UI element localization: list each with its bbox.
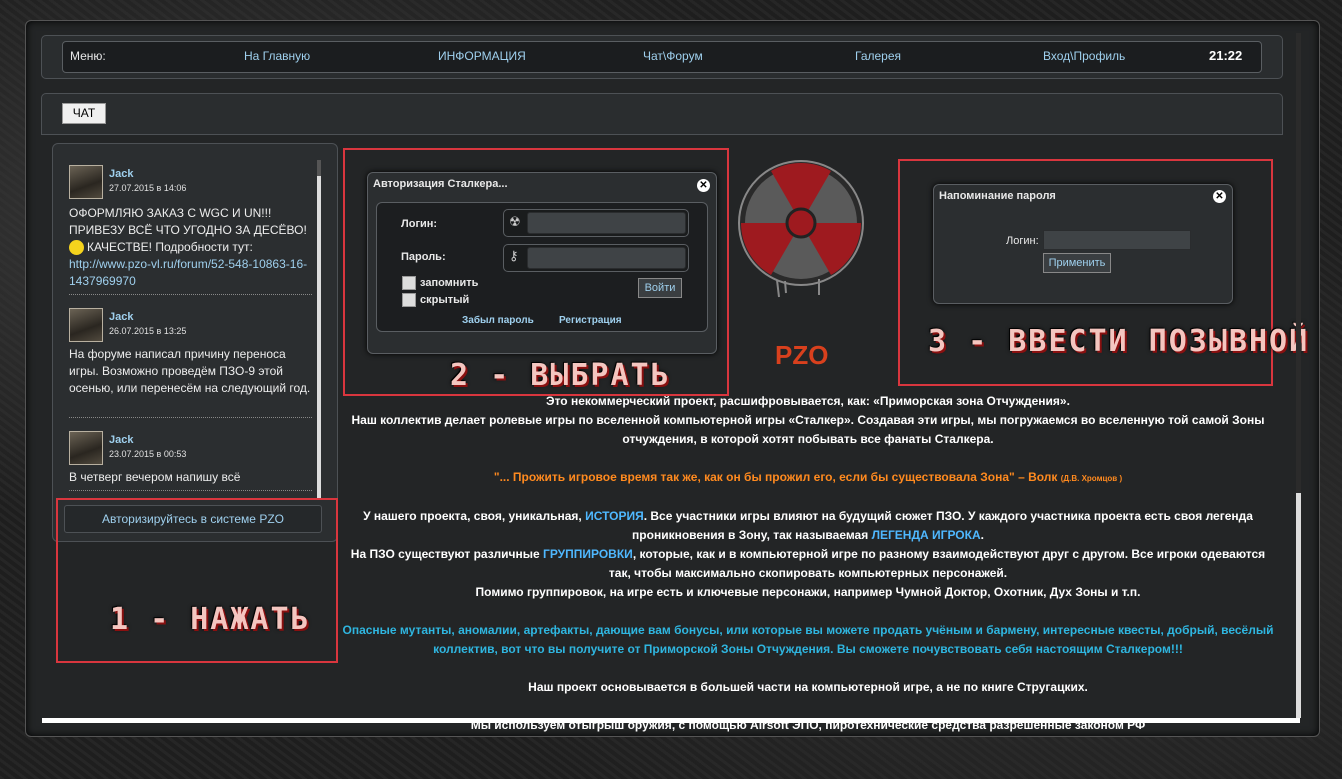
remember-checkbox[interactable] (402, 276, 416, 290)
login-dialog-title: Авторизация Сталкера... (373, 178, 508, 190)
message-user[interactable]: Jack (109, 434, 133, 446)
collective-paragraph: Наш коллектив делает ролевые игры по все… (351, 413, 1265, 446)
features-paragraph: Опасные мутанты, аномалии, артефакты, да… (342, 623, 1274, 656)
annotation-step2: 2 - ВЫБРАТЬ (450, 358, 671, 393)
pzo-logo (738, 160, 864, 298)
quote: "... Прожить игровое время так же, как о… (340, 468, 1276, 488)
reminder-submit-button[interactable]: Применить (1043, 253, 1111, 273)
annotation-box-step1 (56, 498, 338, 663)
nav-home[interactable]: На Главную (244, 49, 310, 63)
factions-paragraph: На ПЗО существуют различные ГРУППИРОВКИ,… (340, 545, 1276, 583)
text: , которые, как и в компьютерной игре по … (608, 547, 1266, 580)
menu-label: Меню: (70, 49, 106, 63)
close-icon[interactable]: ✕ (1213, 190, 1226, 203)
text: У нашего проекта, своя, уникальная, (363, 509, 582, 523)
register-link[interactable]: Регистрация (559, 315, 622, 326)
base-paragraph: Наш проект основывается в большей части … (528, 680, 1088, 694)
intro-paragraph: Это некоммерческий проект, расшифровывае… (546, 394, 1070, 408)
player-legend-link[interactable]: ЛЕГЕНДА ИГРОКА (872, 528, 981, 542)
reminder-login-input[interactable] (1043, 230, 1191, 250)
about-content: Это некоммерческий проект, расшифровывае… (340, 392, 1276, 735)
message-date: 27.07.2015 в 14:06 (109, 183, 187, 193)
page-scrollbar-thumb[interactable] (1296, 33, 1301, 493)
quote-author: (Д.В. Хромцов ) (1060, 474, 1123, 483)
login-input[interactable] (527, 212, 686, 234)
hidden-label: скрытый (420, 294, 470, 306)
remember-label: запомнить (420, 277, 479, 289)
login-submit-button[interactable]: Войти (638, 278, 682, 298)
reminder-dialog-title: Напоминание пароля (939, 190, 1056, 202)
text: На ПЗО существуют различные (350, 547, 540, 561)
hidden-checkbox[interactable] (402, 293, 416, 307)
clock: 21:22 (1209, 48, 1243, 63)
history-link[interactable]: ИСТОРИЯ (585, 509, 644, 523)
smile-icon (69, 240, 84, 256)
login-label: Логин: (401, 218, 438, 230)
text: . (980, 528, 984, 542)
factions-link[interactable]: ГРУППИРОВКИ (543, 547, 633, 561)
message-divider (69, 417, 312, 418)
message-link[interactable]: http://www.pzo-vl.ru/forum/52-548-10863-… (69, 257, 307, 288)
message-text: ОФОРМЛЯЮ ЗАКАЗ С WGC И UN!!! ПРИВЕЗУ ВСЁ… (69, 205, 314, 290)
horizontal-scrollbar[interactable] (42, 718, 1300, 723)
key-icon: ⚷ (509, 248, 519, 263)
close-icon[interactable]: ✕ (697, 179, 710, 192)
message-date: 23.07.2015 в 00:53 (109, 449, 187, 459)
message-date: 26.07.2015 в 13:25 (109, 326, 187, 336)
chat-tab-button[interactable]: ЧАТ (62, 103, 106, 124)
annotation-step3: 3 - ВВЕСТИ ПОЗЫВНОЙ (928, 324, 1310, 359)
nav-information[interactable]: ИНФОРМАЦИЯ (438, 49, 526, 63)
characters-paragraph: Помимо группировок, на игре есть и ключе… (475, 585, 1141, 599)
nav-gallery[interactable]: Галерея (855, 49, 901, 63)
forgot-password-link[interactable]: Забыл пароль (462, 315, 534, 326)
annotation-step1: 1 - НАЖАТЬ (110, 602, 311, 637)
message-divider (69, 490, 312, 491)
brand-title: PZO (775, 340, 829, 370)
message-text: В четверг вечером напишу всё (69, 470, 241, 484)
message-user[interactable]: Jack (109, 168, 133, 180)
avatar[interactable] (69, 308, 103, 342)
reminder-login-label: Логин: (1006, 235, 1039, 247)
content-panel-header (41, 93, 1283, 135)
chat-scrollbar[interactable] (317, 160, 321, 500)
password-input[interactable] (527, 247, 686, 269)
nav-login-profile[interactable]: Вход\Профиль (1043, 49, 1125, 63)
avatar[interactable] (69, 431, 103, 465)
radiation-icon: ☢ (509, 214, 521, 229)
avatar[interactable] (69, 165, 103, 199)
password-label: Пароль: (401, 251, 446, 263)
message-divider (69, 294, 312, 295)
message-text: На форуме написал причину переноса игры.… (69, 347, 311, 395)
history-paragraph: У нашего проекта, своя, уникальная, ИСТО… (340, 507, 1276, 545)
quote-text: "... Прожить игровое время так же, как о… (493, 470, 1058, 484)
message-text-line1: ОФОРМЛЯЮ ЗАКАЗ С WGC И UN!!! ПРИВЕЗУ ВСЁ… (69, 206, 307, 237)
message-text-line2: КАЧЕСТВЕ! Подробности тут: (87, 240, 253, 254)
nav-chat-forum[interactable]: Чат\Форум (643, 49, 703, 63)
message-user[interactable]: Jack (109, 311, 133, 323)
chat-scrollbar-thumb[interactable] (317, 160, 321, 176)
